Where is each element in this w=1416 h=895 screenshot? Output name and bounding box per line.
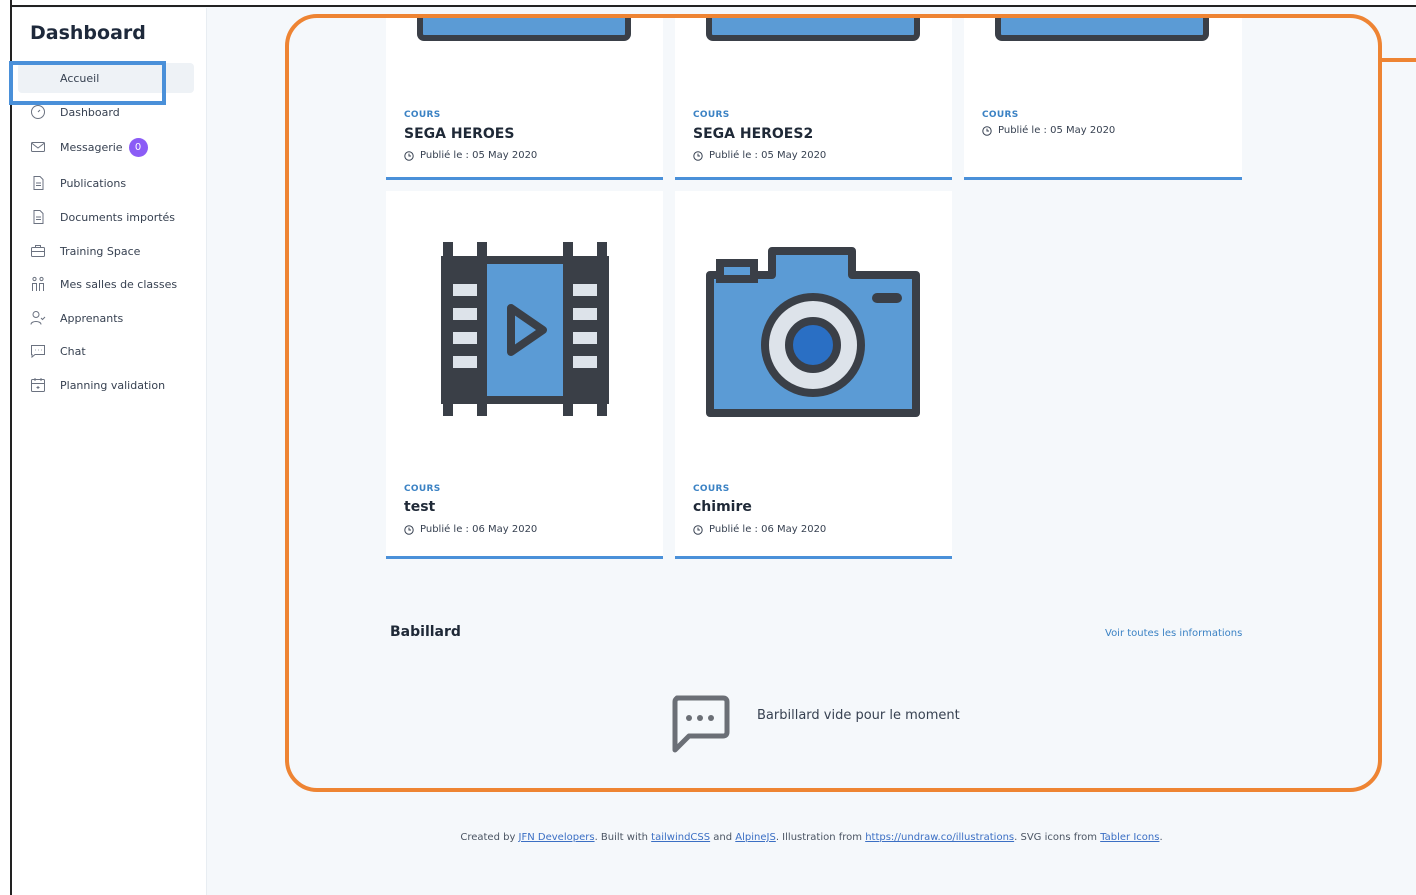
card-title[interactable]: SEGA HEROES: [404, 126, 514, 142]
clock-icon: [982, 125, 992, 136]
window-top-border: [0, 0, 1416, 7]
sidebar-item-chat[interactable]: Chat: [18, 336, 194, 366]
file-icon: [30, 175, 46, 191]
home-icon: [30, 70, 46, 86]
monitor-icon: [675, 18, 952, 64]
page-footer: Created by JFN Developers. Built with ta…: [460, 832, 1163, 843]
users-icon: [30, 276, 46, 292]
card-published: Publié le : 06 May 2020: [693, 524, 826, 535]
sidebar-item-dashboard[interactable]: Dashboard: [18, 97, 194, 127]
sidebar-item-label: Dashboard: [60, 105, 120, 119]
sidebar-item-documents[interactable]: Documents importés: [18, 202, 194, 232]
sidebar-item-label: Apprenants: [60, 311, 124, 325]
jfn-developers-link[interactable]: JFN Developers: [519, 832, 595, 843]
card-title[interactable]: test: [404, 499, 435, 515]
sidebar-title: Dashboard: [30, 22, 146, 44]
chat-bubble-icon: [672, 695, 730, 753]
course-card[interactable]: COURS SEGA HEROES Publié le : 05 May 202…: [386, 18, 663, 180]
gauge-icon: [30, 104, 46, 120]
sidebar-item-label: Documents importés: [60, 210, 176, 224]
sidebar-item-label: Chat: [60, 344, 86, 358]
card-title[interactable]: chimire: [693, 499, 752, 515]
sidebar-item-planning[interactable]: Planning validation: [18, 370, 194, 400]
sidebar-item-classes[interactable]: Mes salles de classes: [18, 269, 194, 299]
sidebar-item-label: Training Space: [60, 244, 141, 258]
card-category: COURS: [404, 110, 441, 120]
course-card[interactable]: COURS chimire Publié le : 06 May 2020: [675, 191, 952, 559]
monitor-icon: [964, 18, 1241, 64]
card-title[interactable]: SEGA HEROES2: [693, 126, 813, 142]
message-icon: [30, 343, 46, 359]
sidebar-item-accueil[interactable]: Accueil: [18, 63, 194, 93]
clock-icon: [693, 524, 703, 535]
course-card[interactable]: COURS SEGA HEROES2 Publié le : 05 May 20…: [675, 18, 952, 180]
card-published: Publié le : 05 May 2020: [982, 125, 1115, 136]
card-published: Publié le : 05 May 2020: [404, 150, 537, 161]
highlight-line-orange: [606, 15, 1006, 18]
clock-icon: [404, 524, 414, 535]
sidebar-item-label: Messagerie: [60, 140, 123, 154]
sidebar-item-training-space[interactable]: Training Space: [18, 236, 194, 266]
calendar-icon: [30, 377, 46, 393]
sidebar-item-label: Accueil: [60, 71, 100, 85]
clock-icon: [693, 150, 703, 161]
sidebar: Dashboard Accueil Dashboard Messagerie 0…: [12, 8, 207, 895]
card-published: Publié le : 06 May 2020: [404, 524, 537, 535]
sidebar-item-publications[interactable]: Publications: [18, 168, 194, 198]
clock-icon: [404, 150, 414, 161]
monitor-icon: [386, 18, 663, 64]
window-left-border: [0, 0, 12, 895]
card-category: COURS: [693, 484, 730, 494]
mail-icon: [30, 139, 46, 155]
sidebar-item-messagerie[interactable]: Messagerie 0: [18, 132, 194, 162]
course-card[interactable]: COURS test Publié le : 06 May 2020: [386, 191, 663, 559]
unread-badge: 0: [128, 137, 148, 157]
sidebar-item-label: Publications: [60, 176, 127, 190]
sidebar-item-apprenants[interactable]: Apprenants: [18, 303, 194, 333]
briefcase-icon: [30, 243, 46, 259]
film-icon: [386, 191, 663, 467]
file-text-icon: [30, 209, 46, 225]
undraw-link[interactable]: https://undraw.co/illustrations: [865, 832, 1014, 843]
tabler-icons-link[interactable]: Tabler Icons: [1100, 832, 1159, 843]
user-check-icon: [30, 310, 46, 326]
course-card[interactable]: COURS Publié le : 05 May 2020: [964, 18, 1242, 180]
board-title: Babillard: [390, 624, 461, 640]
card-published: Publié le : 05 May 2020: [693, 150, 826, 161]
sidebar-item-label: Planning validation: [60, 378, 166, 392]
highlight-connector-orange: [1381, 58, 1416, 62]
camera-icon: [675, 191, 952, 467]
alpinejs-link[interactable]: AlpineJS: [735, 832, 776, 843]
card-category: COURS: [404, 484, 441, 494]
card-category: COURS: [982, 110, 1019, 120]
board-empty-message: Barbillard vide pour le moment: [757, 708, 960, 723]
sidebar-item-label: Mes salles de classes: [60, 277, 178, 291]
see-all-info-link[interactable]: Voir toutes les informations: [1105, 628, 1242, 639]
main-content: COURS SEGA HEROES Publié le : 05 May 202…: [285, 14, 1382, 792]
card-category: COURS: [693, 110, 730, 120]
tailwindcss-link[interactable]: tailwindCSS: [651, 832, 710, 843]
